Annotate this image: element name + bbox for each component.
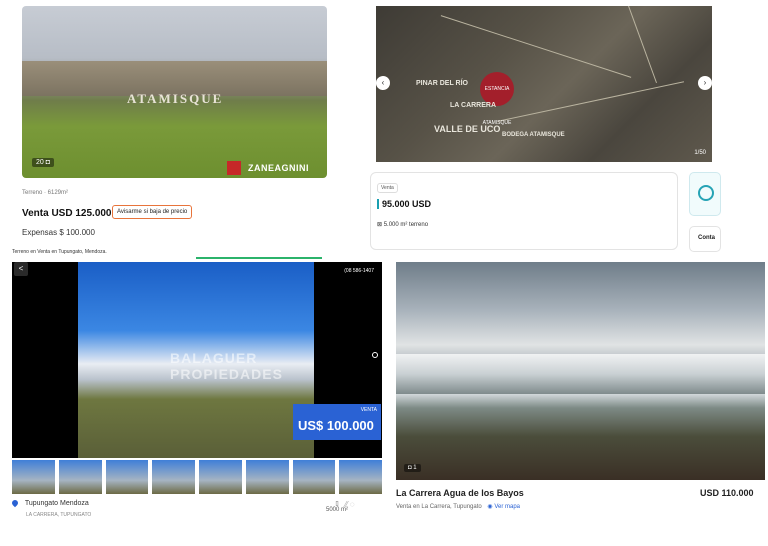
gallery-thumbnail[interactable] [58, 460, 102, 494]
map-road [615, 6, 657, 84]
surface-text: 5.000 m² terreno [383, 222, 429, 228]
listing-b-surface: ⊠ 5.000 m² terreno [377, 221, 428, 228]
thumbnail-strip [12, 460, 382, 494]
photo-count: 1 [413, 465, 417, 471]
listing-a-expensas: Expensas $ 100.000 [22, 228, 95, 237]
brand-name: ZANEAGNINI [248, 163, 309, 173]
progress-bar [196, 257, 322, 259]
listing-a-photo[interactable]: ATAMISQUE 20 ◘ ZANEAGNINI [22, 6, 327, 178]
ruler-icon: ⊠ [377, 222, 384, 228]
map-link[interactable]: ◉ Ver mapa [487, 504, 520, 510]
contact-button[interactable]: Conta [689, 226, 721, 252]
listing-c-caption: Terreno en Venta en Tupungato, Mendoza. [12, 249, 107, 255]
map-road [497, 81, 685, 122]
listing-a-price: Venta USD 125.000 [22, 208, 112, 219]
listing-d-photo[interactable]: ◘ 1 [396, 262, 765, 480]
watermark: BALAGUER PROPIEDADES [170, 350, 283, 382]
feature-icons: ⁄⁄ ◌ [345, 500, 355, 509]
whatsapp-button[interactable] [689, 172, 721, 216]
whatsapp-icon [698, 185, 714, 201]
price-alert-button[interactable]: Avisarme si baja de precio [112, 205, 193, 219]
listing-c-photo: BALAGUER PROPIEDADES [78, 262, 314, 458]
listing-c-price-box: VENTA US$ 100.000 [293, 404, 381, 440]
photo-count-badge: 20 ◘ [32, 158, 54, 167]
gallery-thumbnail[interactable] [292, 460, 336, 494]
listing-d-title[interactable]: La Carrera Agua de los Bayos [396, 488, 524, 498]
mountain-range [396, 354, 765, 394]
map-road [440, 15, 632, 78]
entrance-sign: ATAMISQUE [127, 91, 224, 106]
map-label-la-carrera: LA CARRERA [450, 102, 497, 109]
agency-phone: (08 586-1407 [344, 268, 374, 274]
listing-a-card[interactable]: ATAMISQUE 20 ◘ ZANEAGNINI Terreno · 6129… [22, 6, 327, 246]
gallery-thumbnail[interactable] [199, 460, 242, 494]
photo-count: 20 [36, 159, 44, 166]
map-prev-button[interactable]: ‹ [376, 76, 390, 90]
map-label-valle: VALLE DE UCO [434, 124, 501, 134]
listing-b-price: 95.000 USD [377, 199, 431, 209]
listing-b-map-image[interactable]: ESTANCIA ATAMISQUE PINAR DEL RÍO LA CARR… [376, 6, 712, 162]
listing-d-subtitle: Venta en La Carrera, Tupungato ◉ Ver map… [396, 503, 520, 510]
map-label-bodega: BODEGA ATAMISQUE [502, 132, 565, 138]
water-icon: ◌ [349, 500, 355, 509]
gallery-thumbnail[interactable] [245, 460, 289, 494]
location-text: Tupungato Mendoza [24, 500, 89, 507]
listing-c-price: US$ 100.000 [298, 418, 374, 433]
gallery-thumbnail[interactable] [339, 460, 382, 494]
camera-icon: ◘ [45, 159, 50, 166]
photo-count-badge: ◘ 1 [404, 464, 421, 472]
measure-icon: ⁄⁄ [345, 500, 348, 509]
price-label: VENTA [360, 407, 377, 413]
listing-c-location: Tupungato Mendoza [10, 498, 89, 508]
map-photo-count: 1/50 [694, 150, 706, 156]
location-pin-icon [10, 498, 20, 508]
estancia-logo: ESTANCIA ATAMISQUE [480, 72, 514, 126]
listing-c-gallery[interactable]: BALAGUER PROPIEDADES < (08 586-1407 VENT… [12, 262, 382, 458]
gallery-thumbnail[interactable] [152, 460, 195, 494]
subtitle-text: Venta en La Carrera, Tupungato [396, 504, 482, 510]
share-icon[interactable]: < [14, 262, 28, 276]
brand-logo-icon [227, 161, 241, 175]
map-link-text: Ver mapa [494, 504, 520, 510]
listing-b-card[interactable]: Venta 95.000 USD ⊠ 5.000 m² terreno [370, 172, 678, 250]
listing-d-price: USD 110.000 [700, 488, 754, 498]
map-next-button[interactable]: › [698, 76, 712, 90]
gallery-thumbnail[interactable] [105, 460, 149, 494]
gallery-thumbnail[interactable] [12, 460, 55, 494]
map-label-pinar: PINAR DEL RÍO [416, 80, 468, 87]
listing-a-meta: Terreno · 6129m² [22, 190, 69, 196]
operation-tag: Venta [377, 183, 398, 193]
gallery-dot[interactable] [372, 352, 378, 358]
listing-c-sublocation: LA CARRERA, TUPUNGATO [26, 512, 92, 518]
